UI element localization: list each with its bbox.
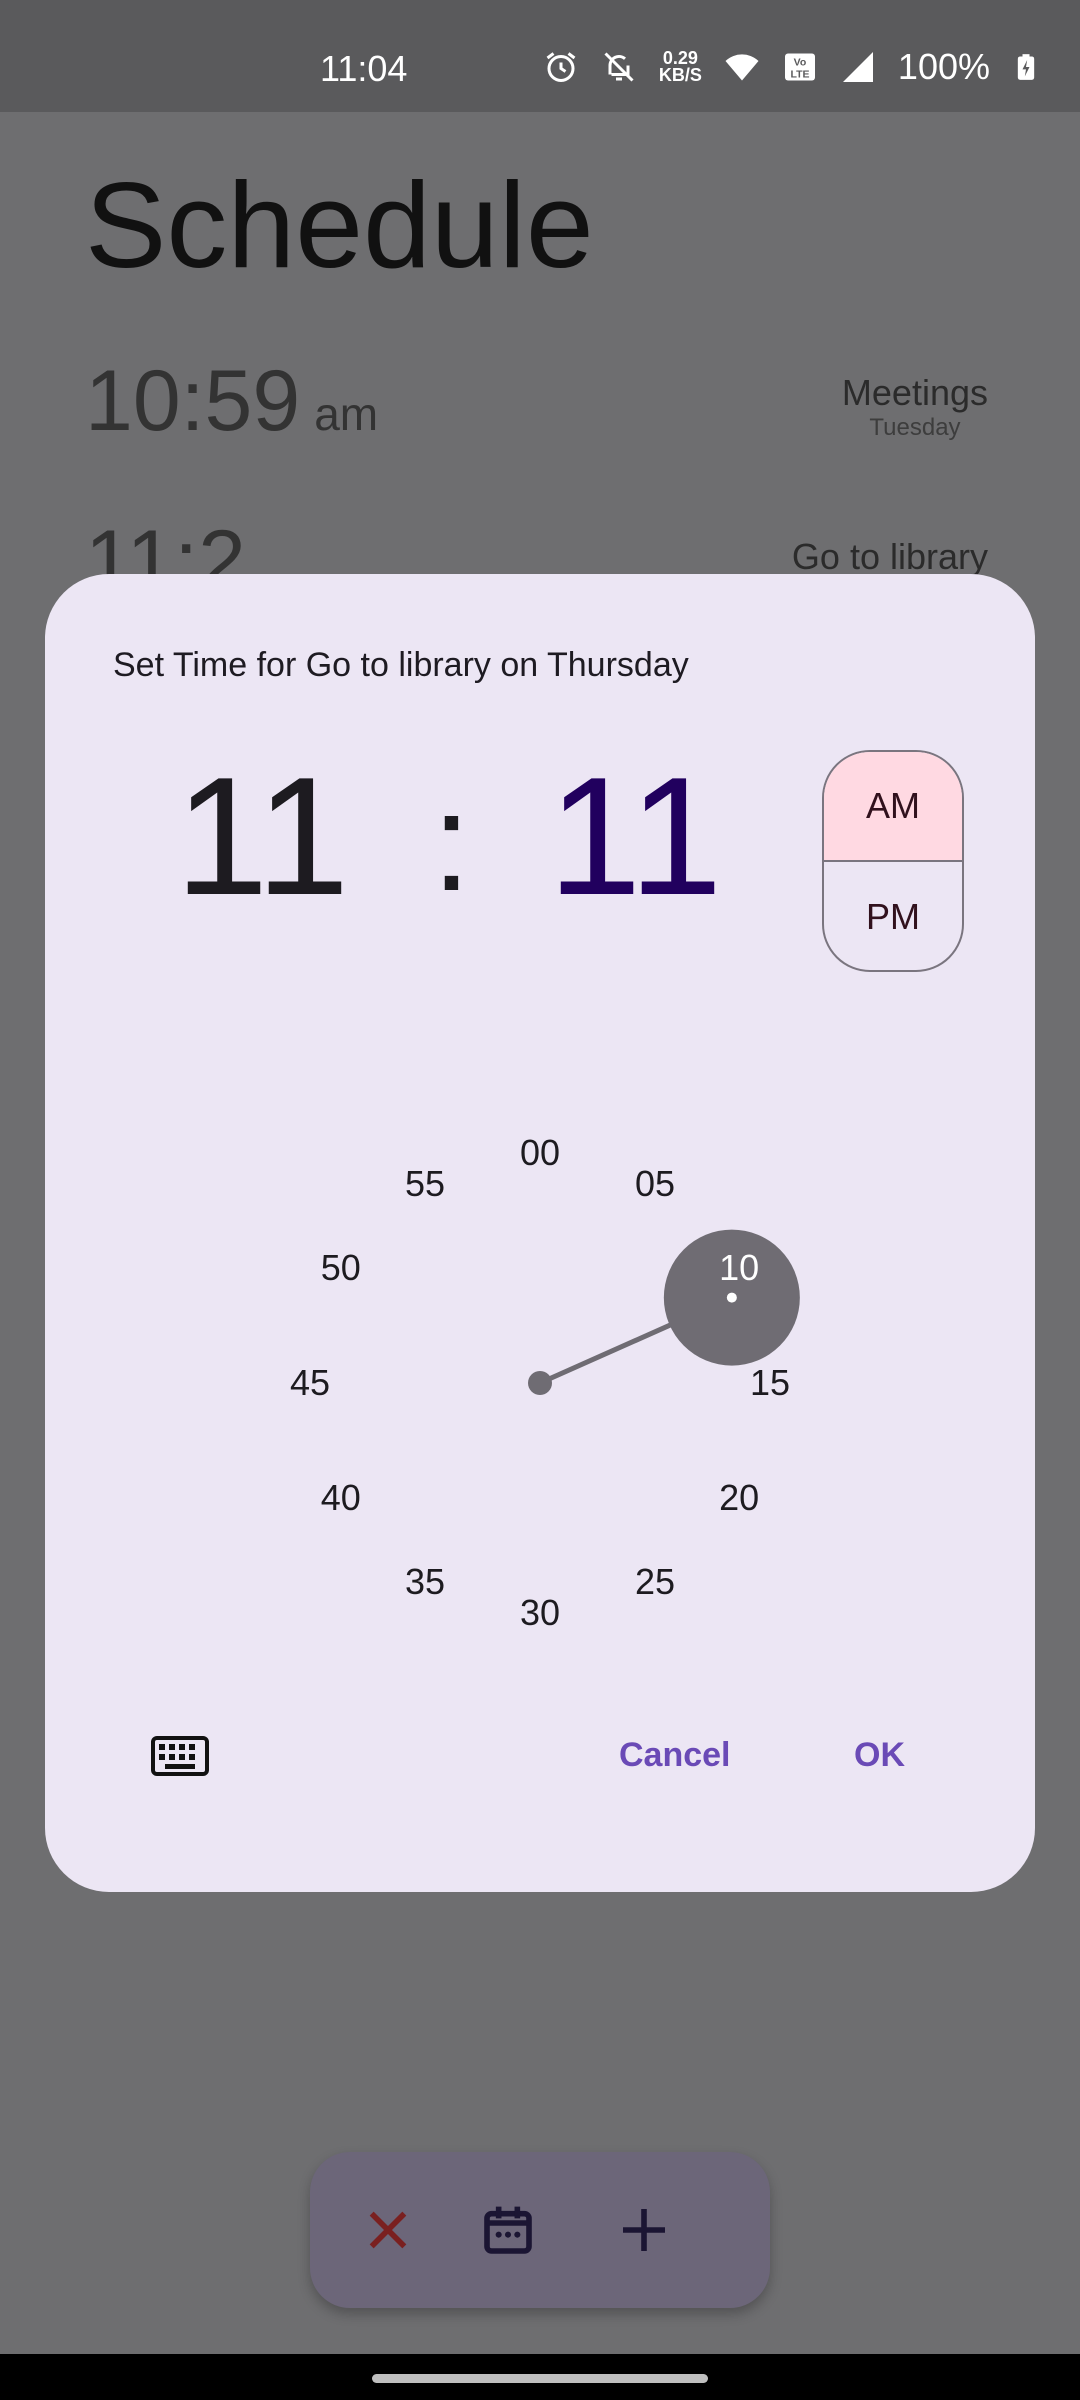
cancel-button[interactable]: Cancel [619,1736,731,1775]
dial-number[interactable]: 00 [520,1132,560,1174]
close-icon[interactable] [360,2202,416,2258]
dial-number[interactable]: 30 [520,1592,560,1634]
dial-center-dot [528,1371,552,1395]
page-title: Schedule [85,157,594,293]
home-handle[interactable] [372,2374,708,2383]
minute-dial[interactable] [45,574,1035,1892]
dial-number[interactable]: 20 [719,1477,759,1519]
dial-number[interactable]: 50 [321,1247,361,1289]
battery-percent: 100% [897,46,990,87]
status-icons: 0.29 KB/S Vo LTE 100% [543,46,1040,88]
dial-selector-dot [726,1292,737,1303]
schedule-time: 10:59 am [85,353,379,449]
dial-number[interactable]: 10 [719,1247,759,1289]
time-picker-dialog: Set Time for Go to library on Thursday 1… [45,574,1035,1892]
add-icon[interactable] [616,2202,672,2258]
keyboard-icon[interactable] [151,1736,209,1776]
bottom-action-bar [310,2152,770,2308]
network-speed: 0.29 KB/S [658,48,702,85]
calendar-icon[interactable] [480,2202,536,2258]
schedule-item[interactable]: 10:59 am Meetings Tuesday [85,352,995,462]
status-time: 11:04 [320,48,408,89]
dial-number[interactable]: 25 [635,1561,675,1603]
dial-number[interactable]: 40 [321,1477,361,1519]
dial-number[interactable]: 55 [405,1163,445,1205]
wifi-icon [725,54,759,81]
dial-number[interactable]: 45 [290,1362,330,1404]
status-bar: 11:04 0.29 KB/S Vo LTE 100% [0,0,1080,112]
mute-icon [604,52,634,82]
schedule-name: Meetings Tuesday [841,372,988,441]
dial-number[interactable]: 35 [405,1561,445,1603]
svg-text:Vo: Vo [794,57,807,69]
dial-number[interactable]: 05 [635,1163,675,1205]
ok-button[interactable]: OK [854,1736,905,1775]
navigation-bar [0,2354,1080,2400]
svg-text:LTE: LTE [790,69,809,81]
dial-number[interactable]: 15 [750,1362,790,1404]
signal-icon [842,52,873,82]
battery-charging-icon [1017,54,1035,80]
alarm-icon [546,52,576,82]
volte-icon: VoLTE [784,53,815,81]
schedule-name: Go to library [791,536,988,577]
